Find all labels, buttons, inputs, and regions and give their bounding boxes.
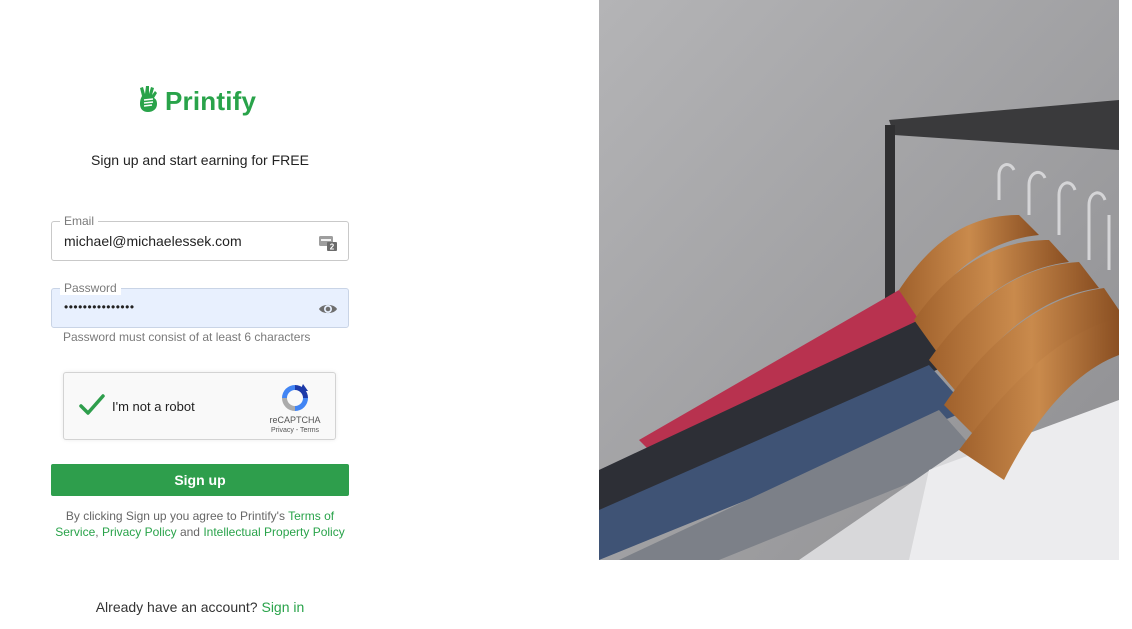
recaptcha-logo-icon [279,382,311,414]
checkmark-icon[interactable] [78,391,106,419]
ip-policy-link[interactable]: Intellectual Property Policy [203,525,344,539]
signup-page: Printify Sign up and start earning for F… [0,0,1132,629]
password-field[interactable]: Password ••••••••••••••• [51,281,349,328]
password-hint: Password must consist of at least 6 char… [63,330,311,344]
recaptcha-privacy-terms[interactable]: Privacy - Terms [266,427,324,434]
email-field[interactable]: Email michael@michaelessek.com 2 [51,214,349,261]
page-headline: Sign up and start earning for FREE [91,152,309,168]
signup-button[interactable]: Sign up [51,464,349,496]
svg-text:2: 2 [330,243,335,252]
signup-panel: Printify Sign up and start earning for F… [0,0,400,629]
signin-link[interactable]: Sign in [261,599,304,615]
recaptcha-brand: reCAPTCHA [269,415,321,425]
signin-prompt: Already have an account? Sign in [0,599,400,615]
privacy-policy-link[interactable]: Privacy Policy [102,525,177,539]
email-value[interactable]: michael@michaelessek.com [64,233,242,249]
brand-name: Printify [165,86,257,116]
password-manager-icon[interactable]: 2 [318,232,338,252]
email-label: Email [60,214,99,228]
password-label: Password [60,281,121,295]
legal-and: and [176,525,204,539]
hero-image-clothes-rack [599,0,1119,560]
signin-text: Already have an account? [95,599,262,615]
password-value[interactable]: ••••••••••••••• [64,300,135,314]
brand-logo[interactable]: Printify [138,84,256,119]
printify-hand-icon [138,84,160,119]
legal-notice: By clicking Sign up you agree to Printif… [51,508,349,540]
recaptcha-widget[interactable]: I'm not a robot reCAPTCHA Privacy - Term… [63,372,336,440]
legal-prefix: By clicking Sign up you agree to Printif… [65,509,289,523]
legal-comma: , [95,525,102,539]
eye-icon[interactable] [318,299,338,319]
captcha-label: I'm not a robot [112,399,195,414]
